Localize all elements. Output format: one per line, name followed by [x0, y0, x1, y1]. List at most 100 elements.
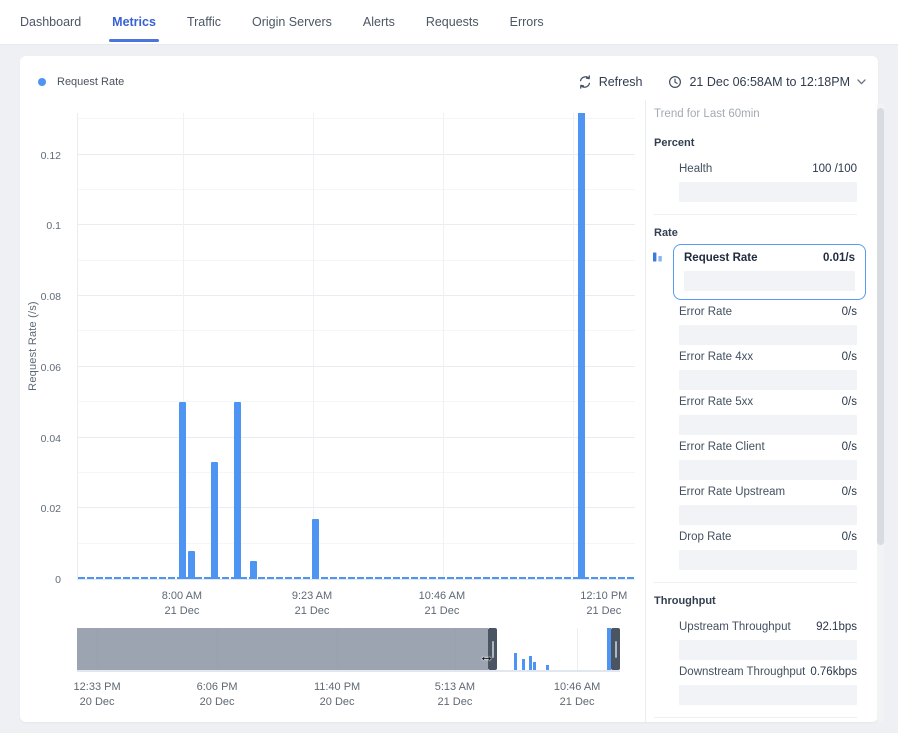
metric-group-percent: PercentHealth100 /100: [654, 137, 857, 214]
tab-traffic[interactable]: Traffic: [185, 0, 223, 44]
gridline: [78, 401, 635, 402]
metric-error-rate-5xx[interactable]: Error Rate 5xx0/s: [679, 396, 857, 435]
metric-label: Error Rate Client: [679, 441, 765, 454]
panel-header: Request Rate Refresh: [38, 68, 866, 96]
tab-errors[interactable]: Errors: [508, 0, 546, 44]
gridline: [78, 118, 635, 119]
sparkline: [679, 640, 857, 660]
metric-label: Error Rate Upstream: [679, 486, 785, 499]
gridline: [78, 295, 635, 296]
chart-legend[interactable]: Request Rate: [38, 76, 124, 88]
gridline: [78, 472, 635, 473]
metric-error-rate-upstream[interactable]: Error Rate Upstream0/s: [679, 486, 857, 525]
gridline: [577, 628, 578, 670]
gridline: [78, 366, 635, 367]
x-axis-ticks: 8:00 AM21 Dec9:23 AM21 Dec10:46 AM21 Dec…: [77, 589, 635, 621]
metric-drop-rate[interactable]: Drop Rate 0/s: [679, 531, 857, 570]
metric-group-rate: RateRequest Rate0.01/sError Rate0/sError…: [654, 214, 857, 582]
gridline: [313, 113, 314, 579]
metric-upstream-throughput[interactable]: Upstream Throughput 92.1bps: [679, 621, 857, 660]
brush-bar: [533, 662, 536, 670]
gridline: [78, 507, 635, 508]
chart-bar[interactable]: [312, 519, 319, 579]
sparkline: [679, 505, 857, 525]
y-tick-label: 0.04: [41, 433, 61, 445]
metric-line: Request Rate0.01/s: [684, 252, 855, 265]
bar-chart-icon: [652, 249, 664, 261]
brush-bar: [522, 659, 525, 670]
sparkline: [679, 460, 857, 480]
sparkline: [679, 415, 857, 435]
chart-bar[interactable]: [578, 113, 585, 579]
metric-downstream-throughput[interactable]: Downstream Throughput0.76kbps: [679, 666, 857, 705]
metric-group-throughput: Throughput Upstream Throughput 92.1bps Down…: [654, 582, 857, 717]
metric-label: Health: [679, 163, 712, 176]
metric-value: 0/s: [842, 531, 857, 544]
brush-bar: [514, 653, 517, 670]
metric-value: 0/s: [842, 351, 857, 364]
y-tick-label: 0.12: [41, 150, 61, 162]
tab-alerts[interactable]: Alerts: [361, 0, 397, 44]
metric-error-rate-4xx[interactable]: Error Rate 4xx 0/s: [679, 351, 857, 390]
brush-handle-right[interactable]: [611, 628, 620, 670]
metric-error-rate[interactable]: Error Rate0/s: [679, 306, 857, 345]
y-tick-label: 0: [55, 574, 61, 586]
time-brush[interactable]: ↔: [77, 628, 620, 672]
chart-bar[interactable]: [250, 561, 257, 579]
chart-bar[interactable]: [179, 402, 186, 579]
tab-origin-servers[interactable]: Origin Servers: [250, 0, 334, 44]
clock-icon: [668, 75, 682, 89]
metric-label: Upstream Throughput: [679, 621, 791, 634]
selected-metric-card[interactable]: Request Rate0.01/s: [673, 244, 866, 300]
sparkline: [679, 325, 857, 345]
metric-value: 0.01/s: [823, 252, 855, 265]
metric-label: Error Rate 4xx: [679, 351, 753, 364]
x-tick-label: 12:10 PM21 Dec: [580, 589, 627, 619]
metric-request-rate[interactable]: Request Rate0.01/s: [673, 244, 866, 300]
metric-value: 100 /100: [812, 163, 857, 176]
legend-dot: [38, 78, 46, 86]
metric-value: 0/s: [842, 441, 857, 454]
date-range-button[interactable]: 21 Dec 06:58AM to 12:18PM: [668, 75, 866, 89]
sparkline: [684, 271, 855, 291]
metric-health[interactable]: Health 100 /100: [679, 163, 857, 202]
metric-label: Error Rate 5xx: [679, 396, 753, 409]
metric-line: Drop Rate 0/s: [679, 531, 857, 544]
tab-requests[interactable]: Requests: [424, 0, 481, 44]
chevron-down-icon: [857, 79, 866, 85]
metric-line: Error Rate0/s: [679, 306, 857, 319]
date-range-label: 21 Dec 06:58AM to 12:18PM: [689, 75, 850, 89]
sparkline: [679, 182, 857, 202]
x-tick-label: 10:46 AM21 Dec: [419, 589, 465, 619]
chart-controls: Refresh 21 Dec 06:58AM to 12:18PM: [578, 75, 866, 89]
metric-groups: PercentHealth100 /100RateRequest Rate0.0…: [654, 137, 857, 722]
metrics-panel: Request Rate Refresh: [20, 56, 878, 722]
gridline: [78, 154, 635, 155]
brush-unselected-overlay[interactable]: [77, 628, 488, 670]
metric-value: 0.76kbps: [810, 666, 857, 679]
metric-value: 92.1bps: [816, 621, 857, 634]
chart-bar[interactable]: [211, 462, 218, 579]
metric-label: Error Rate: [679, 306, 732, 319]
tab-dashboard[interactable]: Dashboard: [18, 0, 83, 44]
chart-bar[interactable]: [234, 402, 241, 579]
gridline: [443, 113, 444, 579]
chart-bar[interactable]: [188, 551, 195, 579]
scrollbar-thumb[interactable]: [877, 108, 884, 545]
refresh-icon: [578, 75, 592, 89]
metric-error-rate-client[interactable]: Error Rate Client 0/s: [679, 441, 857, 480]
y-tick-label: 0.08: [41, 291, 61, 303]
group-heading: Throughput: [654, 595, 857, 608]
brush-tick-label: 11:40 PM20 Dec: [314, 680, 360, 710]
tab-metrics[interactable]: Metrics: [110, 0, 158, 44]
y-tick-label: 0.1: [46, 220, 61, 232]
brush-axis-ticks: 12:33 PM20 Dec6:06 PM20 Dec11:40 PM20 De…: [77, 680, 620, 712]
refresh-label: Refresh: [599, 75, 643, 89]
metric-line: Error Rate Client 0/s: [679, 441, 857, 454]
y-tick-label: 0.06: [41, 362, 61, 374]
refresh-button[interactable]: Refresh: [578, 75, 643, 89]
y-axis-ticks: 00.020.040.060.080.10.12: [20, 113, 69, 580]
x-tick-label: 8:00 AM21 Dec: [162, 589, 202, 619]
metrics-sidebar: Trend for Last 60min PercentHealth100 /1…: [645, 100, 878, 722]
metric-label: Drop Rate: [679, 531, 731, 544]
